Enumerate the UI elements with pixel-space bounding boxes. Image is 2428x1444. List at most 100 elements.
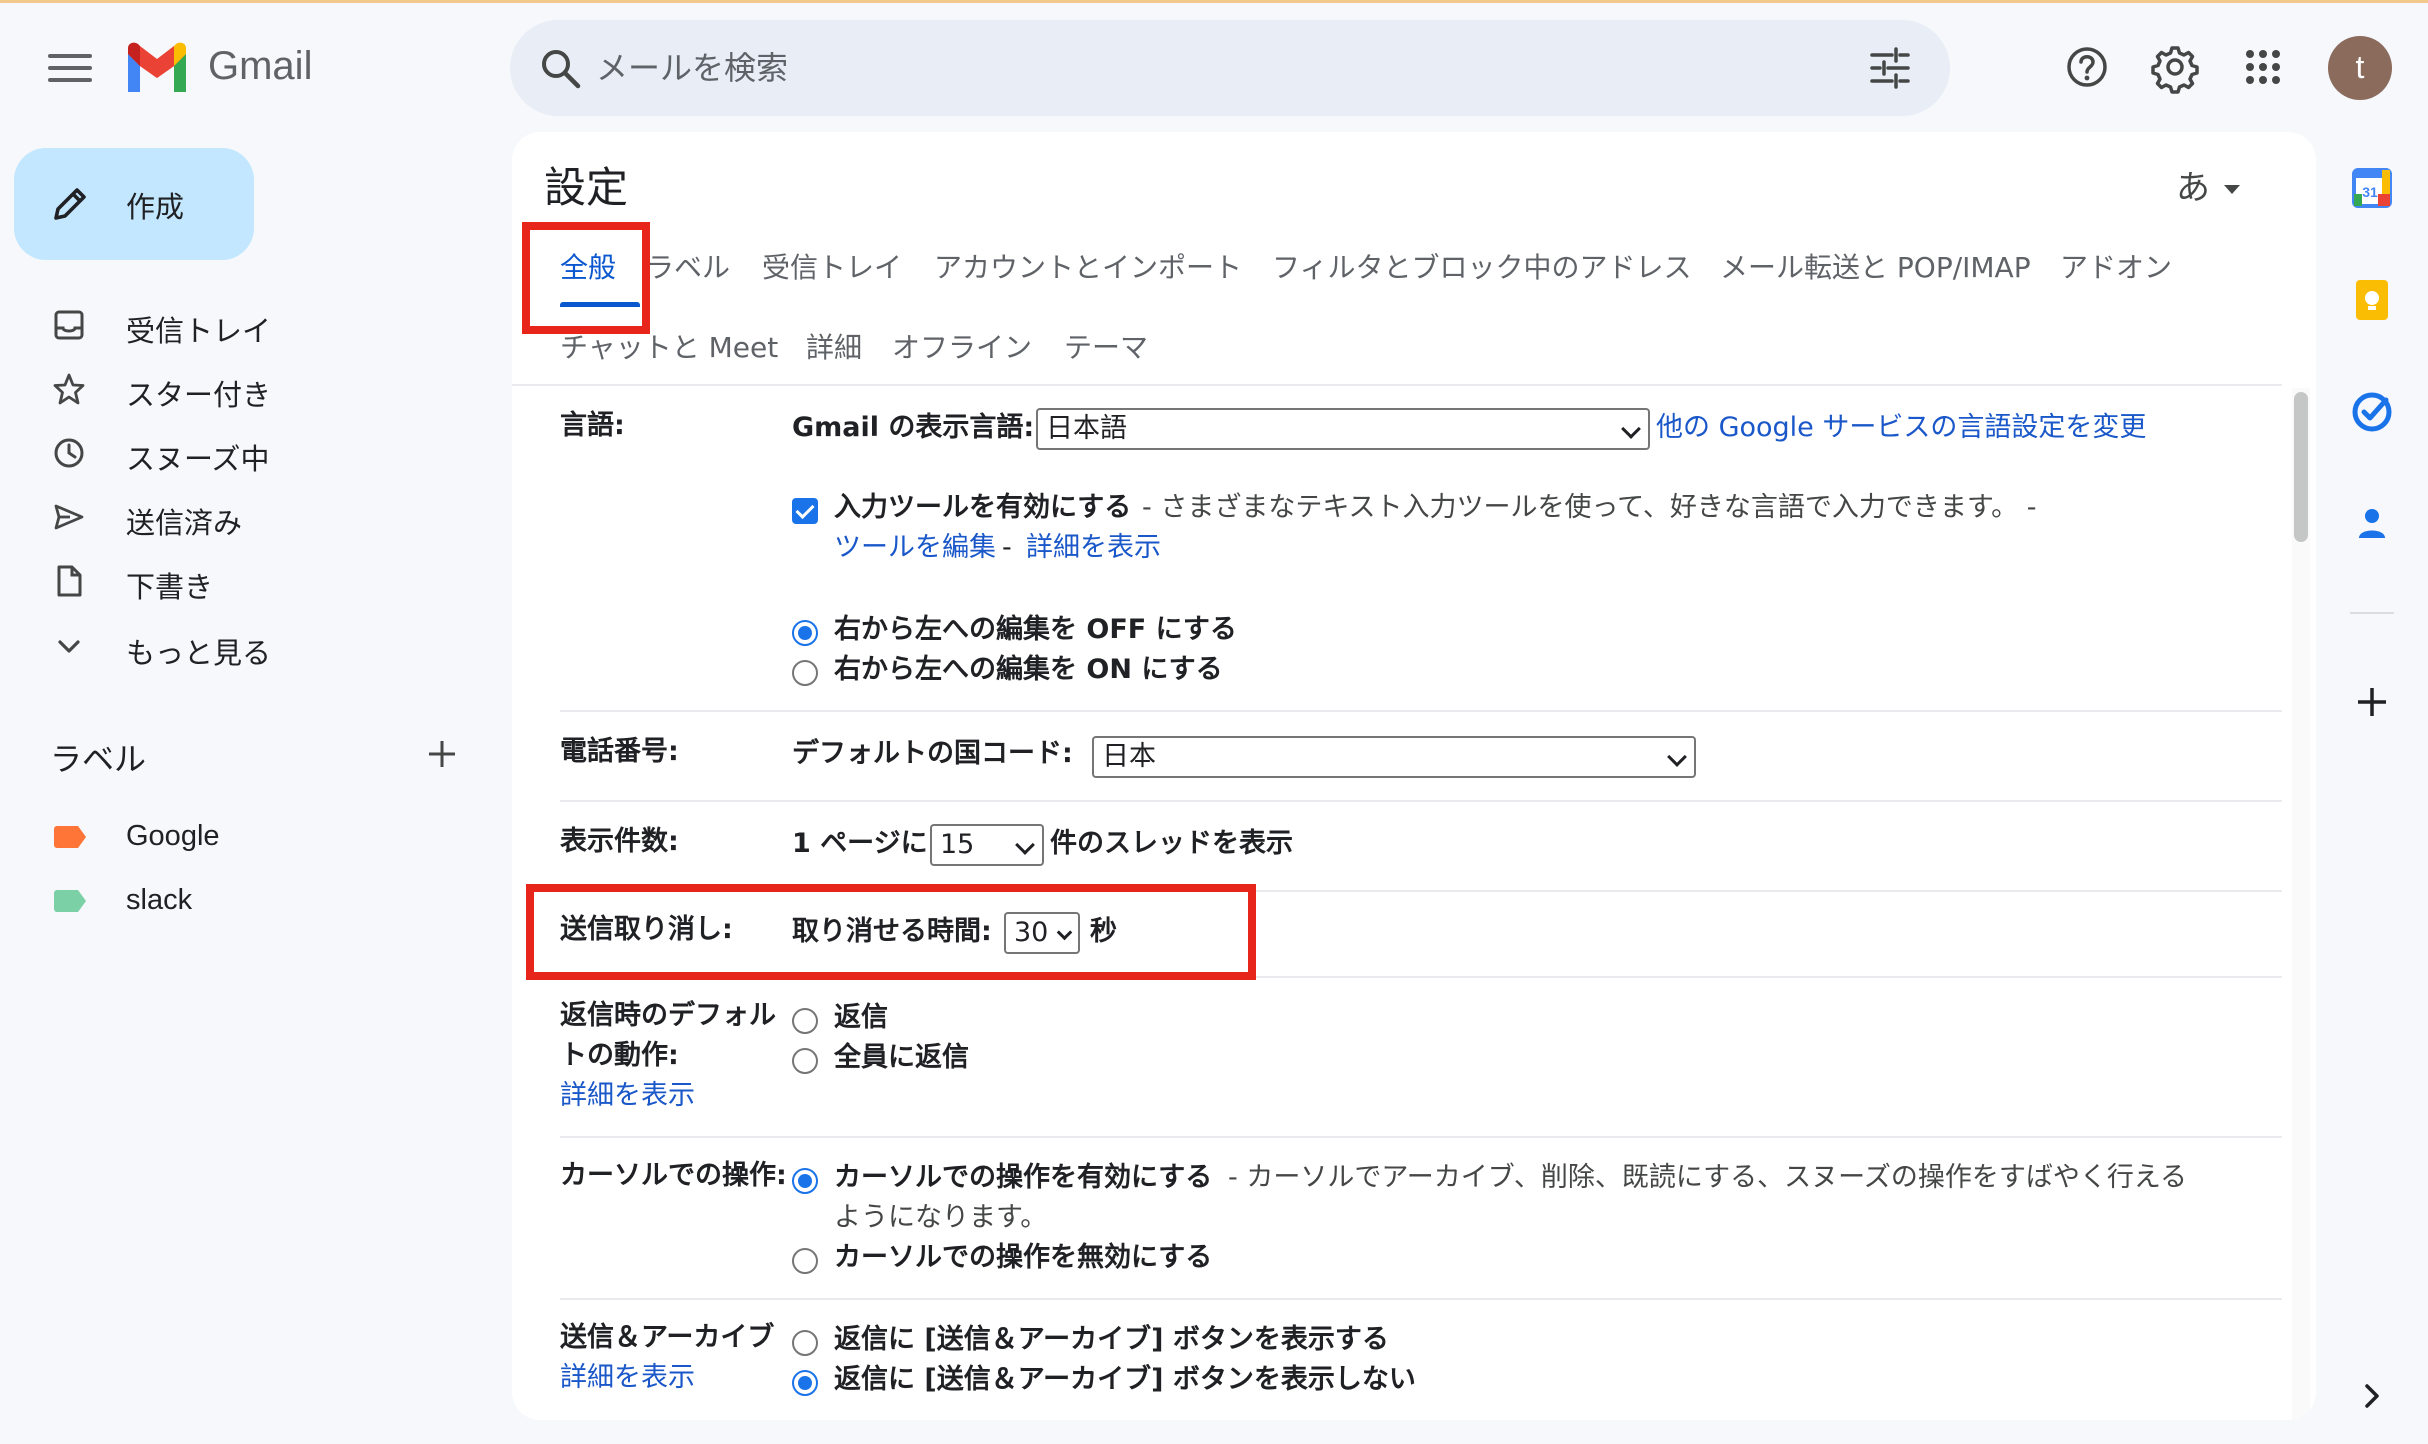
input-tools-label: 入力ツールを有効にする xyxy=(834,492,1132,523)
country-code-select[interactable]: 日本 xyxy=(1092,736,1696,778)
sidebar-item-label: 受信トレイ xyxy=(126,314,272,348)
send-icon xyxy=(54,504,84,530)
link-separator: - xyxy=(1002,532,1012,563)
gmail-logo-icon xyxy=(128,42,186,92)
inbox-icon xyxy=(54,310,84,340)
rtl-on-label: 右から左への編集を ON にする xyxy=(834,654,1223,685)
chevron-down-icon xyxy=(58,640,80,653)
clock-icon xyxy=(54,438,84,468)
reply-radio[interactable] xyxy=(792,1008,818,1034)
sidebar-item-label: スター付き xyxy=(126,378,272,412)
chevron-down-icon xyxy=(1621,419,1641,439)
display-language-label: Gmail の表示言語: xyxy=(792,412,1035,443)
reply-default-label-line2: トの動作: xyxy=(560,1040,679,1071)
reply-default-label-line1: 返信時のデフォル xyxy=(560,1000,776,1031)
search-icon[interactable] xyxy=(538,46,582,90)
scrollbar-thumb[interactable] xyxy=(2294,392,2308,542)
rtl-off-radio[interactable] xyxy=(792,620,818,646)
tab-accounts-import[interactable]: アカウントとインポート xyxy=(934,246,1242,286)
hover-disable-label: カーソルでの操作を無効にする xyxy=(834,1242,1213,1273)
help-icon[interactable] xyxy=(2060,40,2114,94)
hover-enable-label: カーソルでの操作を有効にする xyxy=(834,1162,1213,1193)
sidebar-item-label: 送信済み xyxy=(126,506,243,540)
send-archive-show-label: 返信に [送信＆アーカイブ] ボタンを表示する xyxy=(834,1324,1389,1355)
page-title: 設定 xyxy=(544,163,629,212)
ime-label: あ xyxy=(2176,168,2210,208)
tab-forwarding-pop-imap[interactable]: メール転送と POP/IMAP xyxy=(1720,246,2031,286)
page-size-select[interactable]: 15 xyxy=(930,824,1044,866)
calendar-icon[interactable]: 31 xyxy=(2348,164,2396,212)
hover-enable-description: - カーソルでアーカイブ、削除、既読にする、スヌーズの操作をすばやく行える xyxy=(1228,1162,2188,1193)
reply-label: 返信 xyxy=(834,1002,888,1033)
search-input[interactable] xyxy=(596,40,1796,96)
display-language-select[interactable]: 日本語 xyxy=(1036,408,1650,450)
window-top-edge xyxy=(0,0,2428,3)
main-menu-button[interactable] xyxy=(48,54,92,84)
sidebar-label-slack[interactable]: slack xyxy=(0,872,480,928)
rtl-on-radio[interactable] xyxy=(792,660,818,686)
contacts-icon[interactable] xyxy=(2348,500,2396,548)
labels-heading: ラベル xyxy=(50,740,147,778)
hover-enable-radio[interactable] xyxy=(792,1168,818,1194)
settings-scrollbar[interactable] xyxy=(2292,388,2310,1420)
sidebar-item-inbox[interactable]: 受信トレイ xyxy=(0,296,480,352)
send-archive-hide-label: 返信に [送信＆アーカイブ] ボタンを表示しない xyxy=(834,1364,1416,1395)
compose-label: 作成 xyxy=(126,190,185,224)
send-archive-row-label: 送信＆アーカイブ xyxy=(560,1322,775,1353)
tab-labels[interactable]: ラベル xyxy=(646,246,730,286)
add-addon-icon[interactable] xyxy=(2348,678,2396,726)
edit-tools-link[interactable]: ツールを編集 xyxy=(834,528,996,568)
sidebar-item-drafts[interactable]: 下書き xyxy=(0,552,480,608)
input-tools-details-link[interactable]: 詳細を表示 xyxy=(1026,528,1161,568)
reply-all-radio[interactable] xyxy=(792,1048,818,1074)
select-value: 15 xyxy=(940,829,975,860)
compose-button[interactable]: 作成 xyxy=(14,148,254,260)
send-archive-hide-radio[interactable] xyxy=(792,1370,818,1396)
input-tools-checkbox[interactable] xyxy=(792,498,818,524)
rtl-off-label: 右から左への編集を OFF にする xyxy=(834,614,1237,645)
input-tools-description: - さまざまなテキスト入力ツールを使って、好きな言語で入力できます。 - xyxy=(1142,492,2037,523)
tasks-icon[interactable] xyxy=(2348,388,2396,436)
svg-text:31: 31 xyxy=(2362,184,2378,200)
add-label-icon[interactable] xyxy=(424,736,460,772)
keep-icon[interactable] xyxy=(2348,276,2396,324)
tab-inbox[interactable]: 受信トレイ xyxy=(762,246,902,286)
other-google-language-link[interactable]: 他の Google サービスの言語設定を変更 xyxy=(1656,408,2146,448)
page-size-prefix: 1 ページに xyxy=(792,828,928,859)
select-value: 日本 xyxy=(1102,741,1156,772)
tab-advanced[interactable]: 詳細 xyxy=(806,326,862,366)
page-size-row-label: 表示件数: xyxy=(560,826,679,857)
row-divider xyxy=(560,800,2282,802)
row-divider xyxy=(560,1136,2282,1138)
sidebar-item-starred[interactable]: スター付き xyxy=(0,360,480,416)
input-tools-toggle[interactable]: あ xyxy=(2176,160,2240,209)
hover-enable-description-2: ようになります。 xyxy=(834,1202,1048,1233)
search-options-icon[interactable] xyxy=(1868,46,1912,90)
sidebar-item-snoozed[interactable]: スヌーズ中 xyxy=(0,424,480,480)
sidebar-item-label: もっと見る xyxy=(126,636,272,670)
label-name: Google xyxy=(126,820,220,852)
settings-gear-icon[interactable] xyxy=(2148,40,2202,94)
apps-grid-icon[interactable] xyxy=(2236,40,2290,94)
draft-icon xyxy=(57,565,82,597)
sidebar-label-google[interactable]: Google xyxy=(0,808,480,864)
chevron-right-icon[interactable] xyxy=(2348,1372,2396,1420)
caret-down-icon xyxy=(2224,185,2240,194)
hover-actions-row-label: カーソルでの操作: xyxy=(560,1160,787,1191)
tab-addons[interactable]: アドオン xyxy=(2060,246,2172,286)
label-tag-icon xyxy=(54,826,86,848)
sidebar-item-more[interactable]: もっと見る xyxy=(0,618,480,674)
label-name: slack xyxy=(126,884,193,916)
tab-filters[interactable]: フィルタとブロック中のアドレス xyxy=(1272,246,1691,286)
pencil-icon xyxy=(54,188,86,220)
highlight-undo-send xyxy=(526,884,1256,980)
sidebar-item-sent[interactable]: 送信済み xyxy=(0,488,480,544)
reply-default-details-link[interactable]: 詳細を表示 xyxy=(560,1076,695,1116)
account-avatar[interactable]: t xyxy=(2328,36,2392,100)
send-archive-show-radio[interactable] xyxy=(792,1330,818,1356)
hover-disable-radio[interactable] xyxy=(792,1248,818,1274)
search-bar[interactable] xyxy=(510,20,1950,116)
send-archive-details-link[interactable]: 詳細を表示 xyxy=(560,1358,695,1398)
tab-themes[interactable]: テーマ xyxy=(1064,326,1148,366)
tab-offline[interactable]: オフライン xyxy=(892,326,1032,366)
